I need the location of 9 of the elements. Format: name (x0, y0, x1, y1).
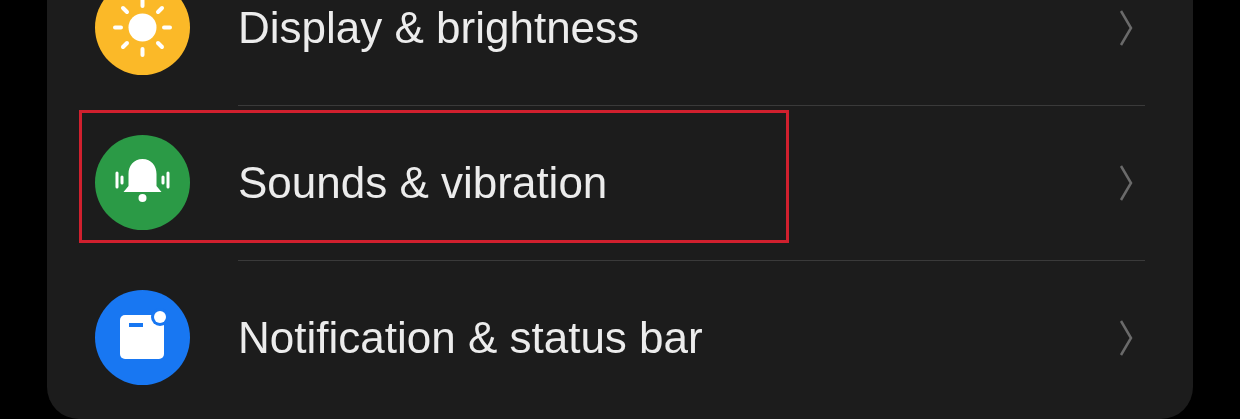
settings-item-label[interactable]: Sounds & vibration (238, 150, 1119, 216)
settings-item-label[interactable]: Notification & status bar (238, 305, 1119, 371)
sun-icon (95, 0, 190, 75)
chevron-icon (1119, 164, 1133, 202)
chevron-icon (1119, 319, 1133, 357)
settings-item-label[interactable]: Display & brightness (238, 0, 1119, 61)
chevron-icon (1119, 8, 1133, 47)
bell-icon (95, 135, 190, 230)
notification-icon (95, 290, 190, 385)
